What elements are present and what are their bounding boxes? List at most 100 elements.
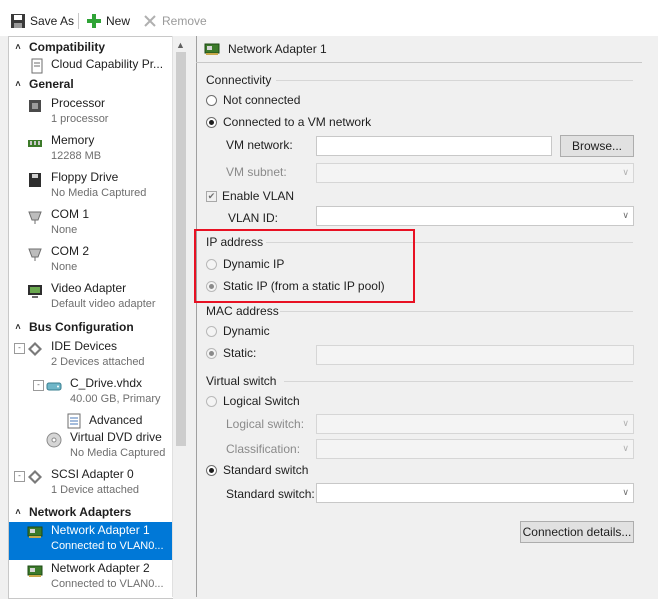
sidebar-item-advanced[interactable]: Advanced [9, 413, 173, 431]
group-divider [284, 381, 633, 382]
panel-title: Network Adapter 1 [228, 42, 327, 56]
connected-vm-network-radio[interactable]: Connected to a VM network [206, 115, 371, 129]
sidebar-item-sublabel: Connected to VLAN0... [51, 540, 164, 552]
sidebar-item-c-drive[interactable]: C_Drive.vhdx 40.00 GB, Primary [9, 376, 173, 412]
sidebar-item-sublabel: Default video adapter [51, 298, 156, 310]
vm-subnet-select[interactable]: ∨ [316, 163, 634, 183]
sidebar-item-label: Network Adapter 1 [51, 523, 150, 537]
vm-network-label: VM network: [226, 138, 293, 152]
plus-icon [87, 14, 101, 28]
section-bus-configuration[interactable]: ˄ Bus Configuration [9, 318, 173, 335]
floppy-disk-icon [29, 173, 41, 187]
section-compatibility-label: Compatibility [29, 39, 106, 54]
serial-port-icon [28, 248, 42, 261]
collapse-chevron-icon[interactable]: ˄ [11, 322, 25, 332]
sidebar-item-ide-devices[interactable]: IDE Devices 2 Devices attached [9, 339, 173, 375]
sidebar-item-dvd-drive[interactable]: Virtual DVD drive No Media Captured [9, 430, 173, 466]
tree-scrollbar[interactable]: ▲ [172, 36, 189, 597]
sidebar-item-video-adapter[interactable]: Video Adapter Default video adapter [9, 281, 173, 317]
sidebar-item-label: C_Drive.vhdx [70, 376, 143, 390]
section-general[interactable]: ˄ General [9, 75, 173, 92]
standard-switch-field-label: Standard switch: [226, 487, 315, 501]
sidebar-item-floppy[interactable]: Floppy Drive No Media Captured [9, 170, 173, 206]
mac-address-group-label: MAC address [206, 304, 279, 318]
scroll-up-arrow-icon[interactable]: ▲ [176, 40, 185, 50]
static-mac-label: Static: [223, 346, 257, 360]
sidebar-item-com1[interactable]: COM 1 None [9, 207, 173, 243]
dvd-disc-icon [46, 432, 62, 448]
static-mac-radio[interactable]: Static: [206, 346, 256, 360]
radio-circle[interactable] [206, 94, 217, 106]
highlight-annotation-box [194, 229, 415, 303]
not-connected-radio[interactable]: Not connected [206, 93, 300, 107]
standard-switch-label: Standard switch [223, 463, 309, 477]
standard-switch-select[interactable]: ∨ [316, 483, 634, 503]
sidebar-item-cloud-capability[interactable]: Cloud Capability Pr... [9, 57, 173, 75]
sidebar-item-sublabel: No Media Captured [70, 447, 166, 459]
remove-button[interactable]: Remove [142, 12, 207, 30]
radio-circle[interactable] [206, 116, 217, 128]
new-button[interactable]: New [86, 12, 130, 30]
radio-circle[interactable] [206, 325, 217, 337]
collapse-chevron-icon[interactable]: ˄ [11, 42, 25, 52]
sidebar-item-sublabel: 1 Device attached [51, 484, 140, 496]
radio-circle[interactable] [206, 395, 217, 407]
vlan-id-label: VLAN ID: [228, 211, 279, 225]
logical-switch-field-label: Logical switch: [226, 417, 305, 431]
vlan-id-select[interactable]: ∨ [316, 206, 634, 226]
sidebar-item-network-adapter-1[interactable]: Network Adapter 1 Connected to VLAN0... [9, 522, 173, 560]
logical-switch-label: Logical Switch [223, 394, 300, 408]
section-network-adapters[interactable]: ˄ Network Adapters [9, 503, 173, 520]
sidebar-item-sublabel: 12288 MB [51, 150, 102, 162]
network-adapter-icon [204, 43, 220, 55]
section-network-label: Network Adapters [29, 504, 132, 519]
vm-network-field[interactable] [316, 136, 552, 156]
group-divider [280, 311, 633, 312]
save-as-button[interactable]: Save As [10, 12, 74, 30]
chevron-down-icon: ∨ [622, 167, 629, 177]
sidebar-item-sublabel: No Media Captured [51, 187, 147, 199]
sidebar-item-processor[interactable]: Processor 1 processor [9, 96, 173, 132]
section-compatibility[interactable]: ˄ Compatibility [9, 38, 173, 55]
sidebar-item-label: COM 2 [51, 244, 90, 258]
static-mac-field[interactable] [316, 345, 634, 365]
sidebar-item-scsi-adapter[interactable]: SCSI Adapter 0 1 Device attached [9, 467, 173, 503]
chevron-down-icon: ∨ [622, 443, 629, 453]
sidebar-item-com2[interactable]: COM 2 None [9, 244, 173, 280]
sidebar-item-label: IDE Devices [51, 339, 118, 353]
checkbox-checked-icon[interactable]: ✔ [206, 190, 217, 202]
collapse-chevron-icon[interactable]: ˄ [11, 507, 25, 517]
sidebar-item-label: Network Adapter 2 [51, 561, 150, 575]
sidebar-item-label: Video Adapter [51, 281, 127, 295]
radio-circle[interactable] [206, 464, 217, 476]
connection-details-button[interactable]: Connection details... [520, 521, 634, 543]
remove-label: Remove [162, 14, 207, 28]
not-connected-label: Not connected [223, 93, 301, 107]
logical-switch-radio[interactable]: Logical Switch [206, 394, 300, 408]
standard-switch-radio[interactable]: Standard switch [206, 463, 308, 477]
panel-header: Network Adapter 1 [196, 36, 642, 62]
vm-subnet-label: VM subnet: [226, 165, 287, 179]
header-divider [196, 62, 642, 63]
scrollbar-thumb[interactable] [176, 52, 186, 446]
sidebar-item-label: COM 1 [51, 207, 90, 221]
serial-port-icon [28, 211, 42, 224]
classification-select[interactable]: ∨ [316, 439, 634, 459]
enable-vlan-checkbox[interactable]: ✔ Enable VLAN [206, 189, 294, 203]
group-divider [276, 80, 633, 81]
logical-switch-select[interactable]: ∨ [316, 414, 634, 434]
sidebar-item-label: Advanced [89, 413, 143, 427]
network-adapter-icon [27, 526, 43, 538]
radio-circle[interactable] [206, 347, 217, 359]
dynamic-mac-radio[interactable]: Dynamic [206, 324, 270, 338]
sidebar-item-sublabel: None [51, 261, 78, 273]
memory-icon [28, 140, 42, 147]
connected-vm-network-label: Connected to a VM network [223, 115, 372, 129]
sidebar-item-memory[interactable]: Memory 12288 MB [9, 133, 173, 169]
floppy-disk-icon [11, 14, 25, 28]
sidebar-item-label: Processor [51, 96, 106, 110]
browse-button[interactable]: Browse... [560, 135, 634, 157]
collapse-chevron-icon[interactable]: ˄ [11, 79, 25, 89]
sidebar-item-label: Floppy Drive [51, 170, 119, 184]
sidebar-item-network-adapter-2[interactable]: Network Adapter 2 Connected to VLAN0... [9, 561, 173, 597]
